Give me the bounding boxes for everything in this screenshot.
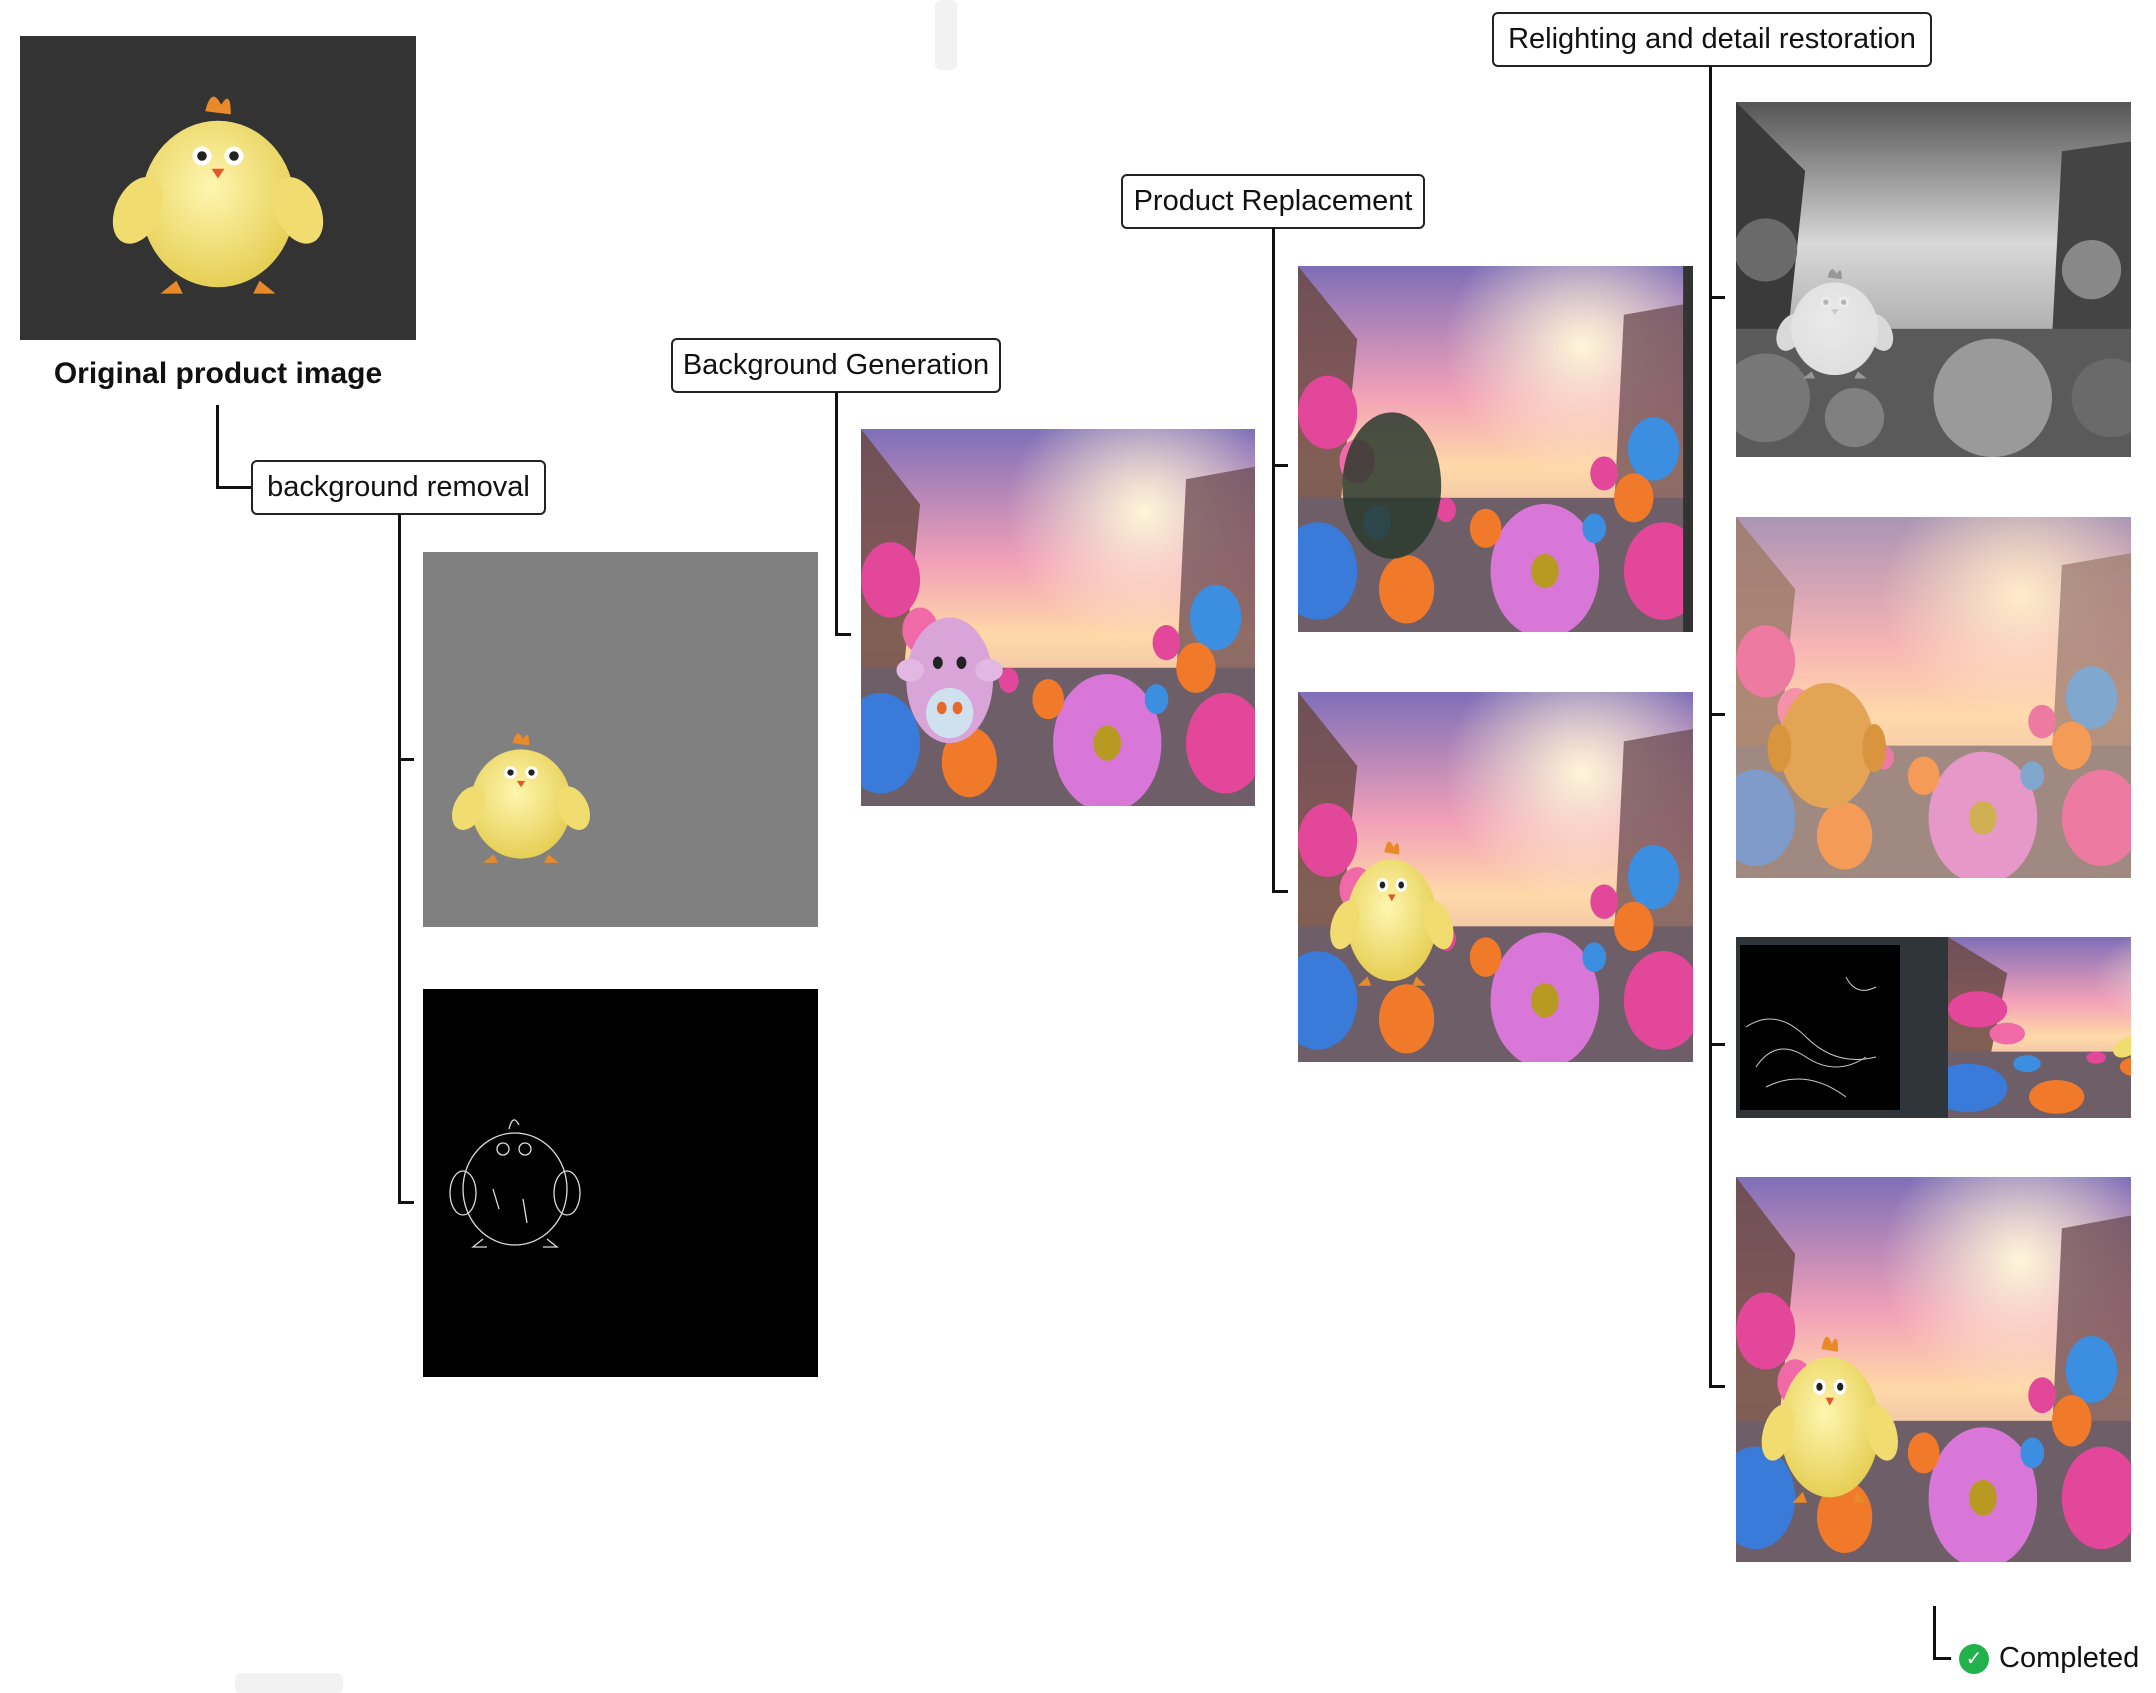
connector (1709, 1385, 1725, 1388)
grayscale-relight-image (1736, 102, 2131, 457)
connector (1272, 890, 1288, 893)
connector (1709, 296, 1725, 299)
final-result-image (1736, 1177, 2131, 1562)
connector (1709, 1043, 1725, 1046)
stage-relighting: Relighting and detail restoration (1492, 12, 1932, 67)
edge-comparison-image (1736, 937, 2131, 1118)
original-product-image (20, 36, 416, 340)
connector (1933, 1606, 1936, 1660)
check-circle-icon: ✓ (1959, 1643, 1989, 1674)
connector (1933, 1657, 1951, 1660)
connector (1272, 464, 1288, 467)
inpaint-mask-image (1298, 266, 1693, 632)
stage-background-generation: Background Generation (671, 338, 1001, 393)
connector (398, 514, 401, 1204)
edge-map-image (423, 989, 818, 1377)
connector (398, 758, 414, 761)
connector (398, 1201, 414, 1204)
original-caption: Original product image (53, 357, 383, 390)
relit-orange-image (1736, 517, 2131, 878)
faint-divider (935, 0, 957, 70)
connector (216, 405, 219, 489)
faint-tab (235, 1673, 343, 1693)
stage-background-removal: background removal (251, 460, 546, 515)
product-composite-image (1298, 692, 1693, 1062)
stage-product-replacement: Product Replacement (1121, 174, 1425, 229)
completed-label: Completed (1999, 1642, 2140, 1674)
connector (835, 633, 851, 636)
generated-background-image (861, 429, 1255, 806)
connector (1709, 713, 1725, 716)
connector (1272, 228, 1275, 893)
connector (835, 392, 838, 636)
connector (216, 486, 252, 489)
connector (1709, 66, 1712, 1388)
cutout-image (423, 552, 818, 927)
completed-status: ✓ Completed (1959, 1642, 2139, 1675)
